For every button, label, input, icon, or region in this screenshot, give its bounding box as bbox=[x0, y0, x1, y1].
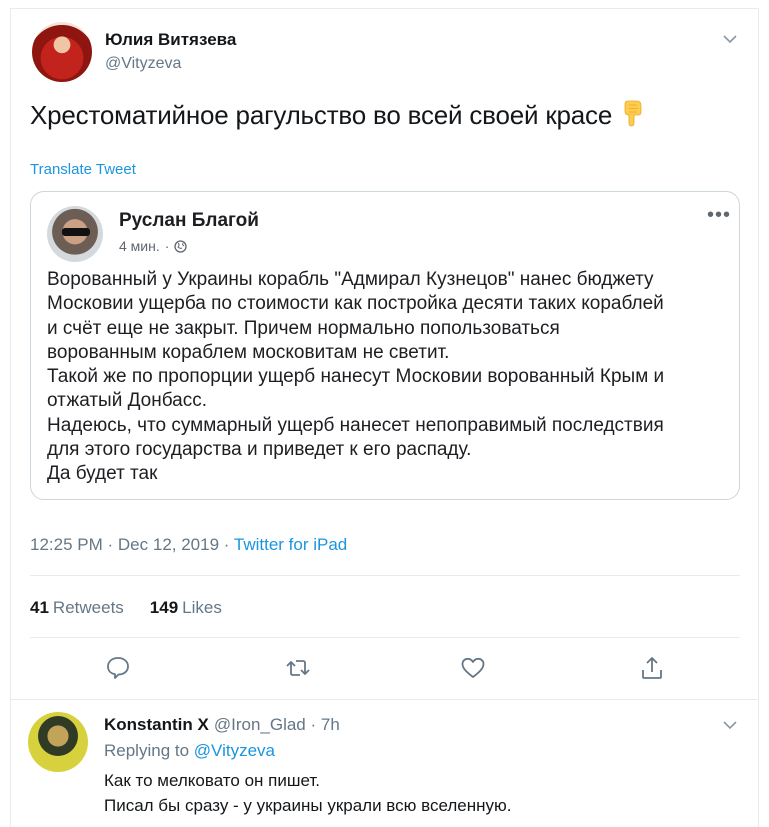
reply-author-name[interactable]: Konstantin X bbox=[104, 715, 209, 734]
author-handle[interactable]: @Vityzeva bbox=[105, 55, 181, 73]
retweets-stat[interactable]: 41 Retweets bbox=[30, 598, 124, 618]
quoted-post-meta: 4 мин. · bbox=[119, 238, 188, 254]
timestamp-separator: · bbox=[223, 535, 230, 554]
reply-text: Как то мелковато он пишет. Писал бы сраз… bbox=[104, 768, 511, 818]
replying-to-handle[interactable]: @Vityzeva bbox=[194, 741, 275, 760]
tweet-text-content: Хрестоматийное рагульство во всей своей … bbox=[30, 100, 613, 130]
retweet-icon[interactable] bbox=[284, 654, 312, 682]
pointing-down-hand-icon bbox=[616, 98, 646, 128]
quoted-post-line: Такой же по пропорции ущерб нанесут Моск… bbox=[47, 366, 665, 388]
tweet-time[interactable]: 12:25 PM bbox=[30, 535, 103, 554]
divider bbox=[30, 637, 740, 638]
likes-label: Likes bbox=[182, 598, 222, 617]
timestamp-separator: · bbox=[107, 535, 114, 554]
likes-count: 149 bbox=[149, 598, 179, 617]
tweet-timestamp: 12:25 PM · Dec 12, 2019 · Twitter for iP… bbox=[30, 535, 347, 555]
likes-stat[interactable]: 149 Likes bbox=[150, 598, 222, 618]
reply-separator: · bbox=[310, 715, 317, 734]
reply-author-handle[interactable]: @Iron_Glad bbox=[214, 715, 306, 734]
reply-line: Как то мелковато он пишет. bbox=[104, 771, 320, 790]
quoted-post-line: Надеюсь, что суммарный ущерб нанесет неп… bbox=[47, 414, 664, 436]
quoted-author-avatar bbox=[47, 206, 103, 262]
reply-header: Konstantin X @Iron_Glad · 7h bbox=[104, 715, 340, 735]
globe-icon bbox=[174, 239, 188, 253]
tweet-source-link[interactable]: Twitter for iPad bbox=[234, 535, 347, 554]
tweet-stats: 41 Retweets 149 Likes bbox=[30, 598, 222, 618]
reply-divider bbox=[10, 699, 759, 700]
more-options-icon: ••• bbox=[706, 204, 731, 226]
replying-label: Replying to bbox=[104, 741, 190, 760]
quoted-post-body: Ворованный у Украины корабль "Адмирал Ку… bbox=[47, 268, 737, 487]
quoted-post-card: Руслан Благой 4 мин. · ••• Ворованный у … bbox=[30, 191, 740, 500]
quoted-post-line: Ворованный у Украины корабль "Адмирал Ку… bbox=[47, 269, 654, 290]
author-name[interactable]: Юлия Витязева bbox=[105, 30, 236, 50]
retweets-label: Retweets bbox=[52, 598, 124, 617]
retweets-count: 41 bbox=[30, 598, 49, 617]
replying-to: Replying to @Vityzeva bbox=[104, 741, 275, 761]
quoted-post-time: 4 мин. bbox=[119, 238, 160, 254]
quoted-post-line: и счёт еще не закрыт. Причем нормально п… bbox=[47, 317, 560, 339]
reply-author-avatar[interactable] bbox=[28, 712, 88, 772]
quoted-post-line: Да будет так bbox=[47, 463, 158, 485]
translate-tweet-link[interactable]: Translate Tweet bbox=[30, 161, 136, 178]
meta-separator: · bbox=[164, 238, 170, 254]
like-icon[interactable] bbox=[459, 654, 487, 682]
chevron-down-icon[interactable] bbox=[723, 32, 737, 46]
quoted-author-name: Руслан Благой bbox=[119, 210, 259, 231]
reply-time[interactable]: 7h bbox=[321, 715, 340, 734]
quoted-post-line: ворованным кораблем московитам не светит… bbox=[47, 341, 450, 363]
tweet-date[interactable]: Dec 12, 2019 bbox=[118, 535, 219, 554]
share-icon[interactable] bbox=[638, 654, 666, 682]
reply-icon[interactable] bbox=[104, 654, 132, 682]
quoted-post-line: Московии ущерба по стоимости как построй… bbox=[47, 293, 664, 315]
chevron-down-icon[interactable] bbox=[723, 718, 737, 732]
tweet-text: Хрестоматийное рагульство во всей своей … bbox=[30, 98, 646, 131]
quoted-post-line: для этого государства и приведет к его р… bbox=[47, 439, 472, 461]
reply-line: Писал бы сразу - у украины украли всю вс… bbox=[104, 796, 512, 815]
quoted-post-line: отжатый Донбасс. bbox=[47, 390, 208, 412]
divider bbox=[30, 575, 740, 576]
author-avatar[interactable] bbox=[32, 22, 92, 82]
